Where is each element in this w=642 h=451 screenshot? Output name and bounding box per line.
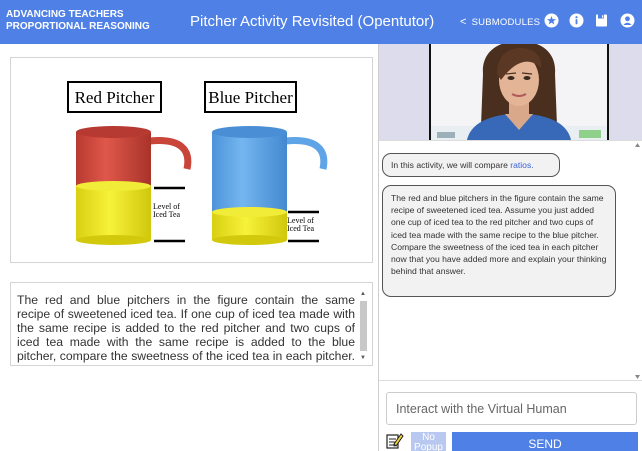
star-circle-icon[interactable]: [544, 13, 559, 28]
brand-logo-text[interactable]: ADVANCING TEACHERS PROPORTIONAL REASONIN…: [6, 9, 166, 33]
chat-scroll-down-icon: [635, 375, 640, 379]
virtual-human-area: [379, 44, 642, 140]
question-panel[interactable]: The red and blue pitchers in the figure …: [10, 282, 373, 366]
save-icon[interactable]: [594, 13, 609, 28]
question-scrollbar[interactable]: ▲ ▼: [359, 291, 368, 361]
red-level-label-2: Iced Tea: [153, 210, 181, 219]
submodules-button[interactable]: < SUBMODULES: [460, 16, 540, 28]
chat-message-intro: In this activity, we will compare ratios…: [382, 153, 560, 177]
red-pitcher-label: Red Pitcher: [75, 88, 155, 107]
blue-pitcher-label: Blue Pitcher: [208, 88, 293, 107]
top-bar: ADVANCING TEACHERS PROPORTIONAL REASONIN…: [0, 0, 642, 44]
virtual-human-avatar: [429, 44, 609, 140]
chat-input-area: No Popup SEND: [379, 380, 642, 451]
question-text: The red and blue pitchers in the figure …: [17, 293, 355, 363]
scroll-up-arrow-icon[interactable]: ▲: [360, 291, 366, 297]
pitcher-figure: Red Pitcher Blue Pitcher Level of Iced T…: [67, 81, 328, 245]
no-popup-button[interactable]: No Popup: [411, 432, 446, 451]
scroll-down-arrow-icon[interactable]: ▼: [360, 355, 366, 361]
blue-pitcher-label-box: Blue Pitcher: [204, 81, 297, 113]
no-popup-line-2: Popup: [414, 442, 443, 451]
chevron-left-icon: <: [460, 16, 467, 28]
brand-line-2: PROPORTIONAL REASONING: [6, 21, 150, 32]
red-pitcher: [76, 126, 192, 245]
pitcher-figure-panel: Red Pitcher Blue Pitcher Level of Iced T…: [10, 57, 373, 263]
chat-scrollbar[interactable]: [633, 141, 642, 381]
info-circle-icon[interactable]: [569, 13, 584, 28]
red-pitcher-label-box: Red Pitcher: [67, 81, 162, 113]
blue-level-label-2: Iced Tea: [287, 224, 315, 233]
brand-line-1: ADVANCING TEACHERS: [6, 9, 124, 20]
chat-log[interactable]: In this activity, we will compare ratios…: [379, 140, 642, 380]
user-icon[interactable]: [620, 13, 635, 28]
submodules-label: SUBMODULES: [471, 17, 541, 28]
ratios-link[interactable]: ratios.: [510, 160, 533, 170]
chat-message-intro-text: In this activity, we will compare: [391, 160, 511, 170]
send-button[interactable]: SEND: [452, 432, 638, 451]
scroll-thumb[interactable]: [360, 301, 367, 351]
notepad-pencil-icon[interactable]: [386, 431, 404, 449]
chat-scroll-up-icon: [635, 143, 640, 147]
page-title: Pitcher Activity Revisited (Opentutor): [190, 13, 435, 30]
avatar-image: [431, 44, 607, 140]
virtual-human-input[interactable]: [386, 392, 637, 425]
chat-message-prompt: The red and blue pitchers in the figure …: [382, 185, 616, 297]
